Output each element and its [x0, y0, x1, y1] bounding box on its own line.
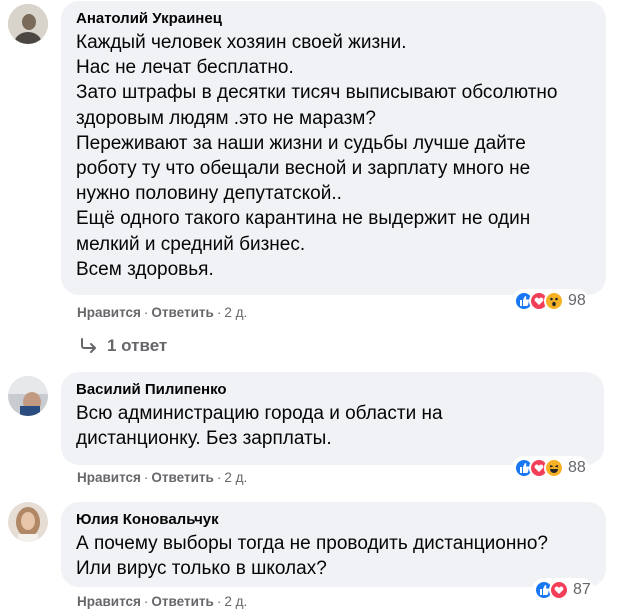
- wow-icon: [544, 291, 564, 311]
- timestamp[interactable]: 2 д.: [224, 305, 247, 320]
- reply-link[interactable]: Ответить: [151, 594, 213, 609]
- avatar[interactable]: [8, 4, 48, 44]
- view-replies-link[interactable]: 1 ответ: [80, 336, 167, 356]
- comment-line: мелкий и средний бизнес.: [76, 233, 306, 255]
- comment-line: Всем здоровья.: [76, 258, 214, 280]
- comment-actions: Нравится · Ответить · 2 д.: [77, 470, 248, 485]
- like-link[interactable]: Нравится: [77, 470, 141, 485]
- comment-line: Переживают за наши жизни и судьбы лучше …: [76, 132, 526, 154]
- comment-actions: Нравится · Ответить · 2 д.: [77, 305, 248, 320]
- comment-line: Нас не лечат бесплатно.: [76, 57, 294, 79]
- comment-bubble: Анатолий Украинец Каждый человек хозяин …: [61, 1, 606, 295]
- comment-line: Ещё одного такого карантина не выдержит …: [76, 208, 531, 230]
- timestamp[interactable]: 2 д.: [224, 470, 247, 485]
- reactions-summary[interactable]: 87: [532, 578, 594, 602]
- like-link[interactable]: Нравится: [77, 594, 141, 609]
- comment-line: А почему выборы тогда не проводить диста…: [76, 533, 548, 554]
- comment-line: здоровым людям .это не маразм?: [76, 107, 376, 129]
- comment-text: А почему выборы тогда не проводить диста…: [76, 531, 594, 581]
- like-link[interactable]: Нравится: [77, 305, 141, 320]
- comment-line: Каждый человек хозяин своей жизни.: [76, 32, 407, 53]
- haha-icon: [544, 458, 564, 478]
- comment-text: Всю администрацию города и области на ди…: [76, 401, 592, 451]
- timestamp[interactable]: 2 д.: [224, 594, 247, 609]
- avatar[interactable]: [8, 376, 48, 416]
- reaction-count: 88: [568, 459, 586, 476]
- comment-actions: Нравится · Ответить · 2 д.: [77, 594, 248, 609]
- love-icon: [549, 580, 569, 600]
- reaction-count: 98: [568, 292, 586, 309]
- comment-line: Всю администрацию города и области на: [76, 403, 443, 424]
- reaction-count: 87: [573, 581, 591, 598]
- comment-line: роботу ту что обещали весной и зарплату …: [76, 158, 531, 180]
- comment-line: Зато штрафы в десятки тисяч выписывают о…: [76, 82, 558, 104]
- avatar[interactable]: [8, 502, 48, 542]
- comment-bubble: Василий Пилипенко Всю администрацию горо…: [61, 372, 604, 465]
- replies-count: 1 ответ: [107, 336, 168, 355]
- comment-author[interactable]: Анатолий Украинец: [76, 9, 594, 28]
- comment-line: Или вирус только в школах?: [76, 558, 327, 580]
- comment-author[interactable]: Юлия Коновальчук: [76, 510, 594, 529]
- comment-line: дистанционку. Без зарплаты.: [76, 428, 332, 450]
- comment-author[interactable]: Василий Пилипенко: [76, 380, 592, 399]
- reactions-summary[interactable]: 88: [512, 456, 589, 480]
- reply-link[interactable]: Ответить: [151, 470, 213, 485]
- reactions-summary[interactable]: 98: [512, 289, 589, 313]
- comment-text: Каждый человек хозяин своей жизни. Нас н…: [76, 30, 594, 282]
- reply-link[interactable]: Ответить: [151, 305, 213, 320]
- comment-bubble: Юлия Коновальчук А почему выборы тогда н…: [61, 502, 606, 587]
- reply-arrow-icon: [81, 338, 96, 353]
- comment-line: нужно половину депутатской..: [76, 183, 342, 205]
